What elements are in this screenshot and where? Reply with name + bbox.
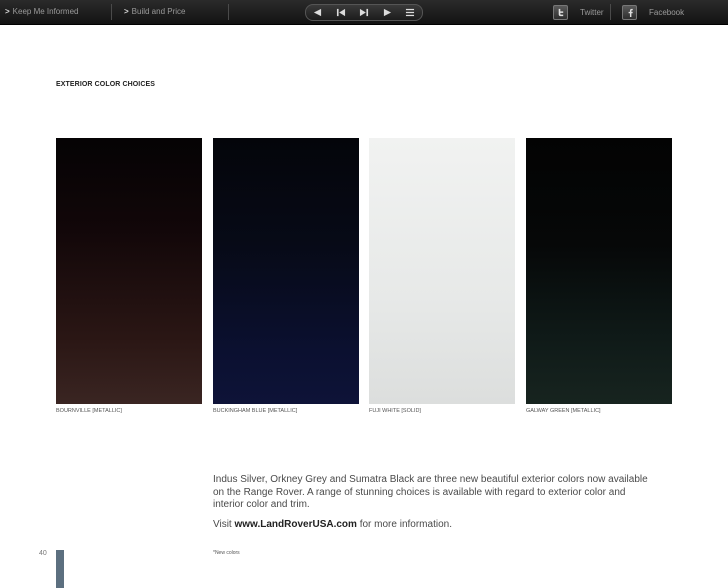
page-number: 40 [39,550,47,557]
footnote: *New colors [213,550,240,556]
color-swatch-fuji-white [369,138,515,404]
website-link[interactable]: www.LandRoverUSA.com [235,519,357,530]
top-toolbar: > Keep Me Informed > Build and Price Twitt… [0,0,728,25]
swatch-label-buckingham-blue: BUCKINGHAM BLUE [METALLIC] [213,408,298,414]
color-swatch-buckingham-blue [213,138,359,404]
visit-suffix: for more information. [359,519,452,530]
skip-forward-icon [359,8,369,17]
visit-prefix: Visit [213,519,232,530]
twitter-label: Twitter [580,7,604,17]
link-arrow-icon: > [124,7,129,16]
link-arrow-icon: > [5,7,10,16]
previous-page-button[interactable] [308,6,328,20]
build-and-price-label: Build and Price [131,7,186,16]
build-and-price-link[interactable]: > Build and Price [124,0,185,24]
keep-me-informed-label: Keep Me Informed [12,7,79,16]
twitter-link[interactable]: Twitter [553,4,604,20]
skip-back-icon [336,8,345,17]
toolbar-divider [610,4,611,20]
next-page-button[interactable] [354,6,374,20]
twitter-icon [553,4,568,20]
facebook-link[interactable]: Facebook [622,4,684,20]
section-title: EXTERIOR COLOR CHOICES [56,81,156,88]
toolbar-divider [228,4,229,20]
description-paragraph: Indus Silver, Orkney Grey and Sumatra Bl… [213,474,648,510]
facebook-label: Facebook [649,7,685,17]
swatch-label-bournville: BOURNVILLE [METALLIC] [56,408,122,414]
first-page-button[interactable] [331,6,351,20]
toolbar-divider [111,4,112,20]
menu-icon [406,8,415,17]
swatch-label-fuji-white: FUJI WHITE [SOLID] [369,408,421,414]
visit-line: Visit www.LandRoverUSA.com for more info… [213,519,452,530]
color-swatch-galway-green [526,138,672,404]
color-swatch-bournville [56,138,202,404]
triangle-left-icon [313,8,322,17]
page-accent-bar [56,550,64,588]
page-navigation [305,4,423,21]
swatch-label-galway-green: GALWAY GREEN [METALLIC] [526,408,601,414]
triangle-right-icon [383,8,391,17]
keep-me-informed-link[interactable]: > Keep Me Informed [5,0,78,24]
menu-button[interactable] [400,6,420,20]
facebook-icon [622,4,637,20]
last-page-button[interactable] [377,6,397,20]
